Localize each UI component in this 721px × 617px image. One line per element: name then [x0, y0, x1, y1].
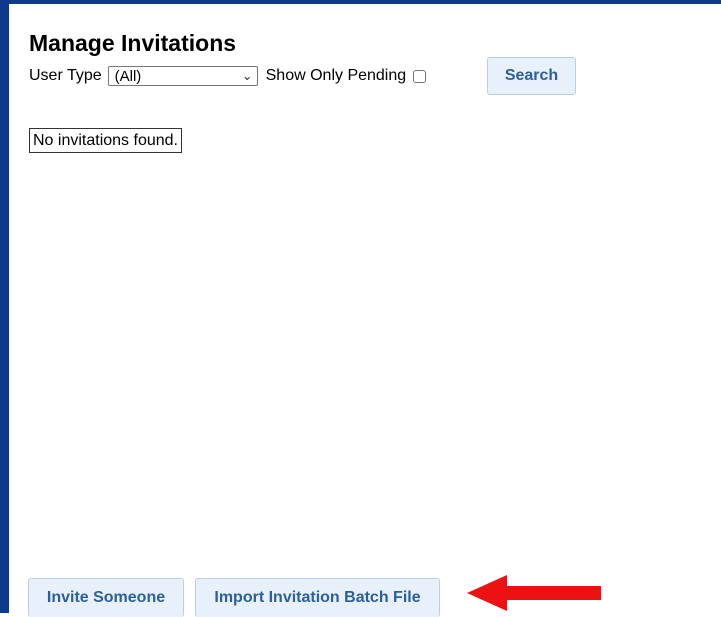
page-frame: Manage Invitations User Type (All) ⌄ Sho…	[0, 0, 721, 617]
empty-results-message: No invitations found.	[29, 128, 182, 153]
search-button[interactable]: Search	[487, 57, 576, 95]
import-invitation-batch-button[interactable]: Import Invitation Batch File	[195, 578, 440, 617]
left-arrow-icon	[467, 575, 601, 611]
page-title: Manage Invitations	[29, 30, 237, 56]
user-type-label: User Type	[29, 67, 102, 84]
user-type-select[interactable]: (All) ⌄	[107, 66, 258, 86]
chevron-down-icon: ⌄	[241, 68, 253, 83]
show-only-pending-checkbox[interactable]	[413, 69, 427, 83]
user-type-selected-value: (All)	[114, 67, 142, 85]
show-only-pending-label: Show Only Pending	[265, 67, 407, 84]
invite-someone-button[interactable]: Invite Someone	[28, 578, 184, 617]
filter-bar: User Type (All) ⌄ Show Only Pending	[29, 64, 427, 88]
